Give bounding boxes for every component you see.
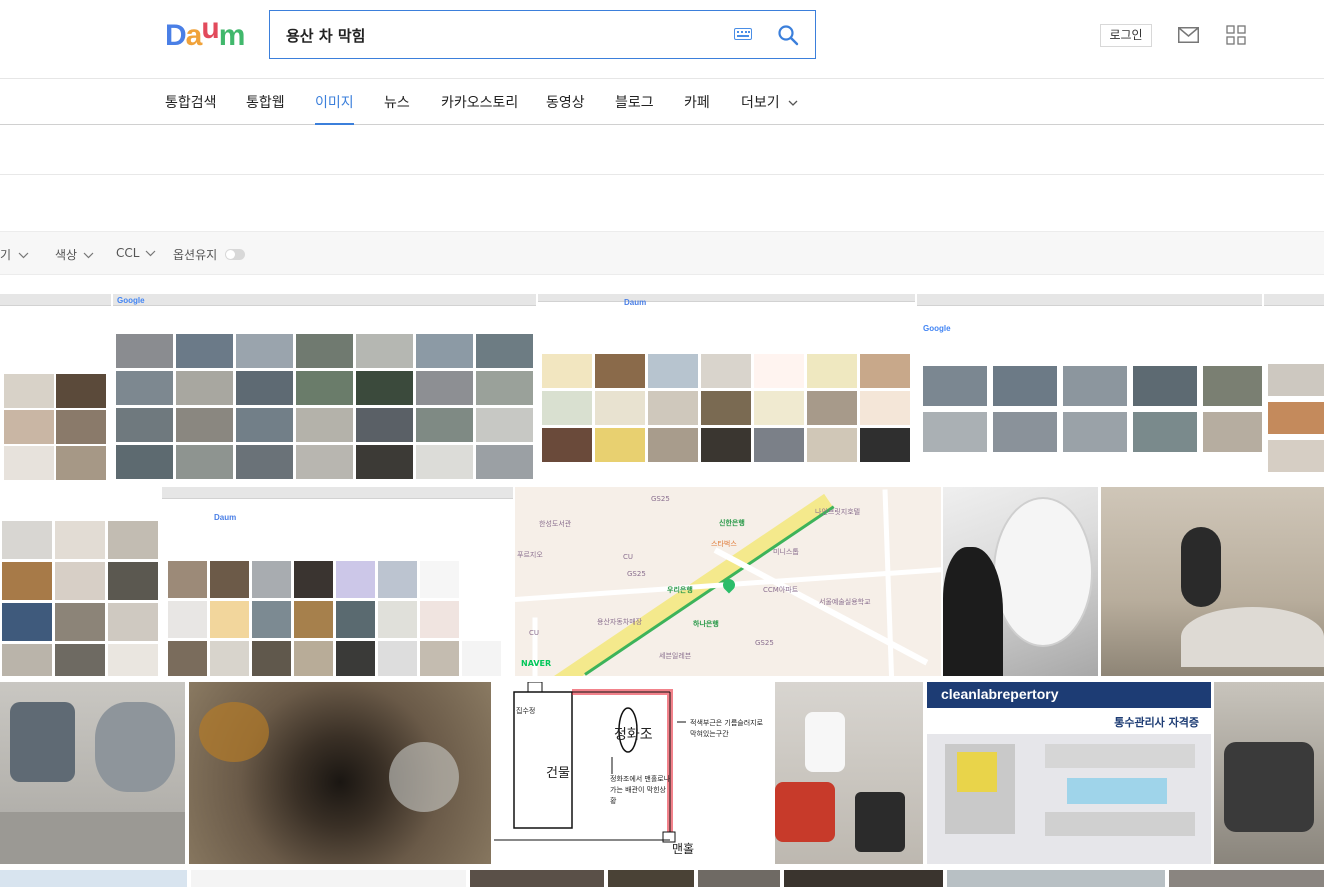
- daum-mini-logo: Daum: [214, 513, 237, 522]
- divider: [0, 174, 1324, 175]
- diagram-note: 막혀있는구간: [690, 730, 729, 738]
- map-label: 하나은행: [693, 620, 719, 628]
- google-logo: Google: [923, 324, 951, 333]
- tab-images[interactable]: 이미지: [315, 92, 354, 125]
- map-label: GS25: [627, 570, 646, 578]
- image-result[interactable]: [947, 870, 1165, 887]
- image-result[interactable]: [943, 487, 1098, 676]
- image-result[interactable]: [191, 870, 466, 887]
- size-filter[interactable]: 기: [0, 246, 29, 263]
- map-label: GS25: [651, 495, 670, 503]
- map-label: 스타벅스: [711, 540, 737, 548]
- certificate-result[interactable]: cleanlabrepertory 통수관리사 자격증: [927, 682, 1211, 864]
- map-label: CU: [529, 629, 540, 637]
- diagram-label: 정화조: [614, 727, 653, 743]
- tab-kakaostory[interactable]: 카카오스토리: [441, 92, 518, 125]
- daum-logo[interactable]: D a u m: [165, 12, 246, 52]
- tab-video[interactable]: 동영상: [546, 92, 585, 125]
- map-label: 서울예술실용학교: [819, 598, 871, 606]
- tab-blog[interactable]: 블로그: [615, 92, 654, 125]
- image-result[interactable]: Daum: [162, 487, 513, 676]
- keep-option-toggle[interactable]: 옵션유지: [173, 246, 245, 263]
- tab-integrated-web[interactable]: 통합웹: [246, 92, 285, 125]
- image-result[interactable]: [784, 870, 943, 887]
- image-result[interactable]: [698, 870, 780, 887]
- cert-brand: cleanlabrepertory: [927, 682, 1211, 708]
- logo-letter-m: m: [218, 19, 246, 52]
- map-label: 우리은행: [667, 586, 693, 594]
- image-result[interactable]: [1169, 870, 1324, 887]
- chevron-down-icon: [788, 100, 798, 106]
- login-button[interactable]: 로그인: [1100, 24, 1152, 47]
- diagram-label: 건물: [546, 766, 570, 781]
- mail-icon[interactable]: [1178, 27, 1199, 43]
- map-label: 세븐일레븐: [659, 652, 692, 660]
- diagram-note: 황: [610, 797, 617, 805]
- filter-bar: 기 색상 CCL 옵션유지: [0, 231, 1324, 275]
- search-box: [269, 10, 816, 59]
- chevron-down-icon: [18, 252, 29, 259]
- tab-news[interactable]: 뉴스: [384, 92, 410, 125]
- diagram-note: 가는 배관이 막힌상: [610, 786, 666, 794]
- toggle-switch[interactable]: [225, 249, 245, 260]
- diagram-note: 적색부근은 기름슬러지로: [690, 719, 764, 727]
- size-filter-label: 기: [0, 248, 12, 262]
- search-icon[interactable]: [776, 23, 800, 47]
- diagram-drawing: [494, 682, 686, 843]
- image-result[interactable]: Google: [917, 294, 1262, 482]
- map-label: GS25: [755, 639, 774, 647]
- map-label: 나인브릿지호텔: [815, 508, 861, 516]
- diagram-note: 정화조에서 맨홀로나: [610, 775, 671, 783]
- ccl-filter[interactable]: CCL: [116, 246, 156, 260]
- map-result[interactable]: GS25 신한은행 한성도서관 푸르지오 CU GS25 스타벅스 나인브릿지호…: [515, 487, 941, 676]
- tab-integrated-search[interactable]: 통합검색: [165, 92, 217, 125]
- image-result[interactable]: [189, 682, 491, 864]
- tab-more-label: 더보기: [741, 95, 780, 111]
- image-result[interactable]: [0, 294, 111, 482]
- header: D a u m 로그인: [0, 0, 1324, 79]
- image-results: Google Daum Google Daum GS25 신한은행 한성도서관 …: [0, 294, 1324, 887]
- image-result[interactable]: [1264, 294, 1324, 482]
- image-result[interactable]: [0, 870, 187, 887]
- search-tabs: 통합검색 통합웹 이미지 뉴스 카카오스토리 동영상 블로그 카페 더보기: [0, 79, 1324, 125]
- map-label: CU: [623, 553, 634, 561]
- chevron-down-icon: [83, 252, 94, 259]
- logo-letter-a: a: [185, 19, 203, 52]
- diagram-result[interactable]: 집수정 정화조 건물 맨홀 적색부근은 기름슬러지로 막혀있는구간 정화조에서 …: [494, 682, 772, 864]
- map-label: 용산자동차매장: [597, 618, 643, 626]
- logo-letter-d: D: [165, 19, 187, 52]
- image-result[interactable]: [0, 487, 160, 676]
- color-filter-label: 색상: [55, 248, 78, 262]
- diagram-label: 맨홀: [672, 842, 695, 856]
- ccl-filter-label: CCL: [116, 246, 140, 260]
- keyboard-icon[interactable]: [734, 28, 752, 40]
- naver-logo: NAVER: [521, 659, 552, 668]
- tab-cafe[interactable]: 카페: [684, 92, 710, 125]
- apps-grid-icon[interactable]: [1226, 25, 1246, 45]
- map-label: 미니스톱: [773, 548, 799, 556]
- image-result[interactable]: Google: [113, 294, 536, 482]
- image-result[interactable]: [0, 682, 185, 864]
- map-label: CCM아파트: [763, 586, 799, 594]
- google-logo: Google: [117, 296, 145, 305]
- map-label: 한성도서관: [539, 520, 572, 528]
- map-label: 푸르지오: [517, 551, 543, 559]
- image-result[interactable]: [775, 682, 923, 864]
- image-result[interactable]: [1101, 487, 1324, 676]
- image-result[interactable]: [608, 870, 694, 887]
- diagram-label: 집수정: [516, 707, 536, 715]
- tab-more[interactable]: 더보기: [741, 92, 798, 125]
- map-label: 신한은행: [719, 519, 745, 527]
- daum-mini-logo: Daum: [624, 298, 647, 307]
- search-input[interactable]: [286, 23, 716, 47]
- cert-title: 통수관리사 자격증: [927, 708, 1211, 734]
- image-result[interactable]: [470, 870, 604, 887]
- color-filter[interactable]: 색상: [55, 246, 94, 263]
- image-result[interactable]: [1214, 682, 1324, 864]
- keep-option-label: 옵션유지: [173, 248, 218, 262]
- image-result[interactable]: Daum: [538, 294, 915, 482]
- chevron-down-icon: [145, 250, 156, 257]
- logo-letter-u: u: [201, 12, 219, 45]
